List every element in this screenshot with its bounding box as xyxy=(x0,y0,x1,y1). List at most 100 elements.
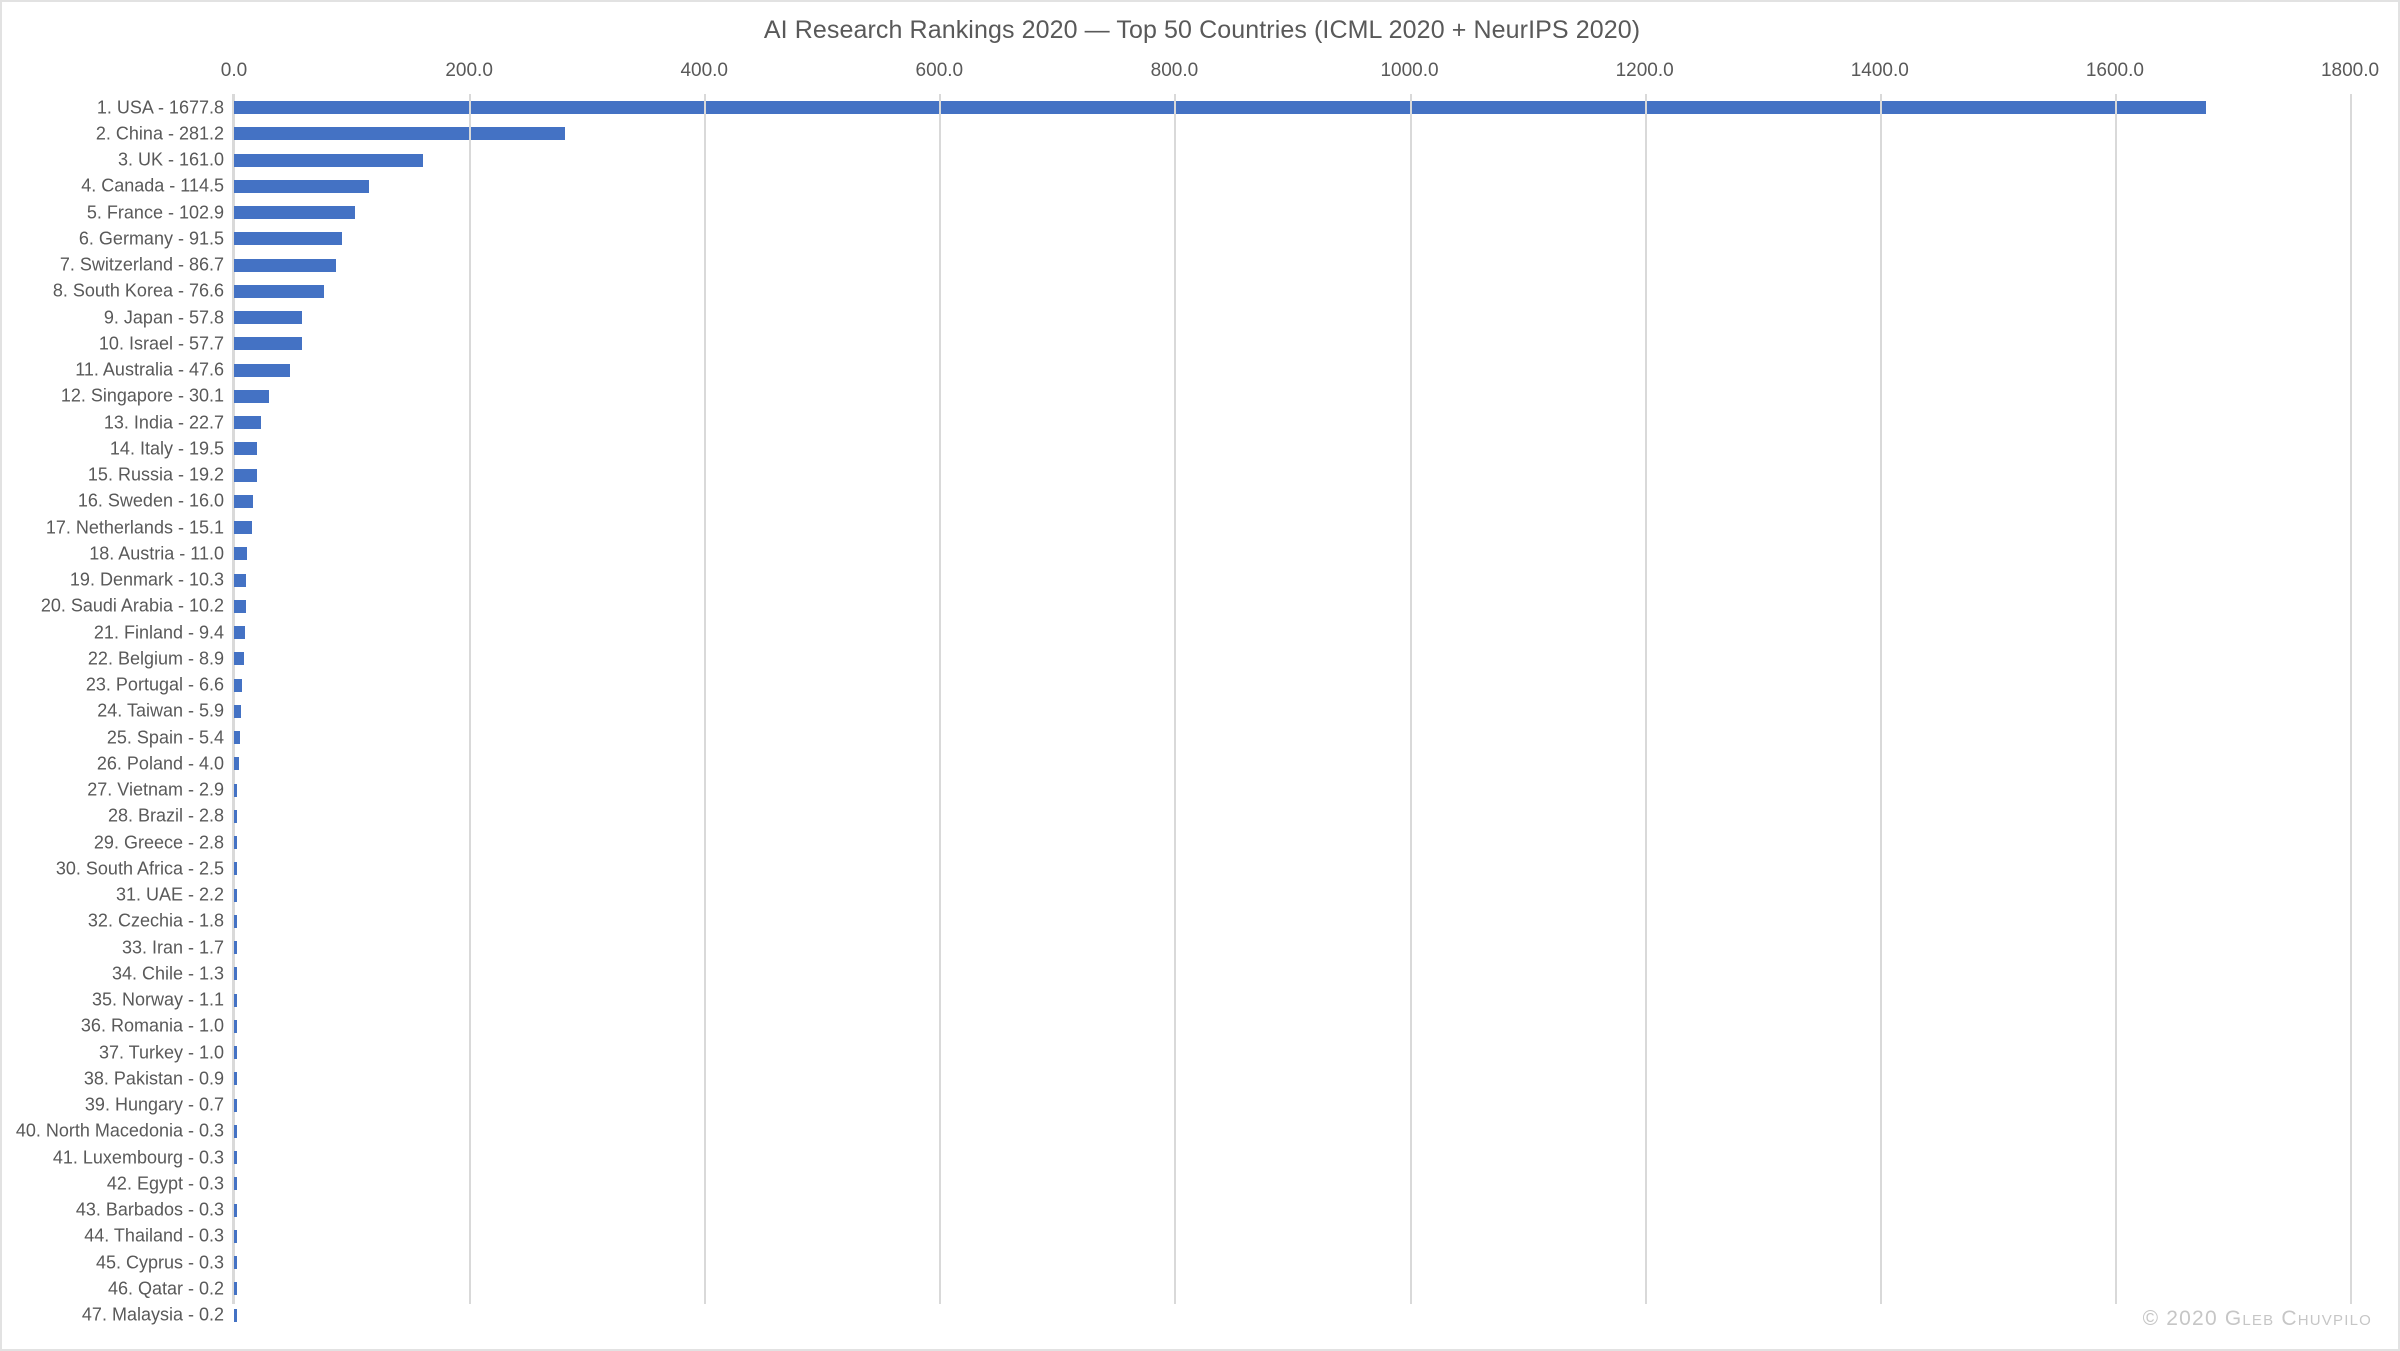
x-tick-label: 400.0 xyxy=(680,60,728,81)
category-label: 36. Romania - 1.0 xyxy=(80,1015,224,1036)
category-label: 33. Iran - 1.7 xyxy=(121,937,224,957)
bar xyxy=(234,363,290,377)
bar xyxy=(234,1098,237,1112)
category-label: 25. Spain - 5.4 xyxy=(106,727,224,747)
bar xyxy=(234,1308,237,1322)
bar xyxy=(234,442,257,456)
category-label: 35. Norway - 1.1 xyxy=(91,989,224,1010)
bar xyxy=(234,232,342,246)
bar xyxy=(234,599,246,613)
gridline xyxy=(939,94,942,1304)
category-label: 22. Belgium - 8.9 xyxy=(87,648,224,669)
category-label: 37. Turkey - 1.0 xyxy=(98,1042,224,1062)
bar xyxy=(234,1072,237,1086)
category-label: 19. Denmark - 10.3 xyxy=(69,569,224,590)
gridline xyxy=(1174,94,1177,1304)
category-label: 2. China - 281.2 xyxy=(95,123,224,144)
chart-container: AI Research Rankings 2020 — Top 50 Count… xyxy=(0,0,2400,1351)
category-label: 3. UK - 161.0 xyxy=(117,149,224,170)
gridline xyxy=(2350,94,2352,1304)
category-label: 32. Czechia - 1.8 xyxy=(87,910,224,931)
bar xyxy=(234,416,261,429)
category-label: 18. Austria - 11.0 xyxy=(89,543,224,564)
bars-layer xyxy=(234,94,2350,1349)
category-label: 11. Australia - 47.6 xyxy=(75,359,224,380)
x-tick-label: 1000.0 xyxy=(1380,60,1439,81)
bar xyxy=(234,1019,237,1033)
bar xyxy=(234,521,252,534)
bar xyxy=(234,1282,237,1296)
category-label: 39. Hungary - 0.7 xyxy=(84,1094,224,1115)
bar xyxy=(234,153,424,167)
bar xyxy=(234,1151,237,1164)
x-tick-label: 800.0 xyxy=(1150,60,1199,81)
category-label: 14. Italy - 19.5 xyxy=(109,438,224,459)
category-label: 16. Sweden - 16.0 xyxy=(77,490,224,511)
y-axis-category-labels: 1. USA - 1677.8 2. China - 281.2 3. UK - 1… xyxy=(2,94,224,1349)
gridline xyxy=(704,94,707,1304)
gridline xyxy=(1644,94,1647,1304)
bar xyxy=(234,337,302,351)
category-label: 27. Vietnam - 2.9 xyxy=(87,779,224,800)
chart-title: AI Research Rankings 2020 — Top 50 Count… xyxy=(763,16,1641,44)
category-label: 5. France - 102.9 xyxy=(86,202,224,222)
bar xyxy=(234,809,238,823)
gridline xyxy=(2114,94,2117,1304)
bar xyxy=(234,389,270,403)
bar xyxy=(234,179,369,193)
bar xyxy=(234,836,238,849)
category-label: 43. Barbados - 0.3 xyxy=(75,1199,224,1220)
bar xyxy=(234,1177,237,1191)
category-label: 15. Russia - 19.2 xyxy=(87,464,224,485)
category-label: 20. Saudi Arabia - 10.2 xyxy=(40,595,224,616)
category-label: 23. Portugal - 6.6 xyxy=(85,674,224,695)
bar xyxy=(234,731,241,744)
bar xyxy=(234,941,237,954)
plot-area xyxy=(232,94,2352,1349)
category-label: 47. Malaysia - 0.2 xyxy=(81,1304,224,1325)
category-label: 4. Canada - 114.5 xyxy=(81,175,224,196)
bar xyxy=(234,888,237,902)
x-tick-label: 200.0 xyxy=(445,60,493,81)
category-label: 21. Finland - 9.4 xyxy=(93,622,224,642)
category-label: 12. Singapore - 30.1 xyxy=(60,385,224,406)
category-label: 9. Japan - 57.8 xyxy=(103,307,224,327)
bar xyxy=(234,258,336,272)
bar xyxy=(234,573,247,587)
bar xyxy=(234,284,325,298)
category-label: 1. USA - 1677.8 xyxy=(96,97,224,117)
bar xyxy=(234,967,237,981)
bar xyxy=(234,468,257,482)
bar xyxy=(234,311,302,324)
x-tick-label: 1400.0 xyxy=(1850,60,1909,81)
category-label: 45. Cyprus - 0.3 xyxy=(95,1252,224,1272)
category-label: 8. South Korea - 76.6 xyxy=(52,280,224,301)
category-label: 13. India - 22.7 xyxy=(103,412,224,432)
category-label: 24. Taiwan - 5.9 xyxy=(97,700,224,721)
category-label: 17. Netherlands - 15.1 xyxy=(45,517,224,537)
x-tick-label: 1200.0 xyxy=(1615,60,1674,81)
gridline xyxy=(469,94,472,1304)
category-label: 31. UAE - 2.2 xyxy=(115,884,224,905)
bar xyxy=(234,1124,237,1138)
category-label: 10. Israel - 57.7 xyxy=(98,333,224,354)
bar xyxy=(234,1203,237,1217)
category-label: 6. Germany - 91.5 xyxy=(78,228,224,249)
category-label: 26. Poland - 4.0 xyxy=(96,753,224,774)
bar xyxy=(234,494,253,508)
bar xyxy=(234,1256,237,1269)
bar xyxy=(234,1229,237,1243)
bar xyxy=(234,127,565,141)
copyright-watermark: © 2020 Gleb Chuvpilo xyxy=(2142,1307,2372,1330)
bar xyxy=(234,783,238,797)
bar xyxy=(234,547,247,561)
bar xyxy=(234,757,239,771)
category-label: 28. Brazil - 2.8 xyxy=(107,805,224,826)
category-label: 34. Chile - 1.3 xyxy=(111,963,224,984)
x-tick-label: 0.0 xyxy=(220,60,248,81)
category-label: 38. Pakistan - 0.9 xyxy=(83,1068,224,1089)
x-tick-label: 600.0 xyxy=(915,60,964,81)
bar xyxy=(234,1046,237,1059)
gridline xyxy=(1409,94,1412,1304)
bar xyxy=(234,101,2207,114)
